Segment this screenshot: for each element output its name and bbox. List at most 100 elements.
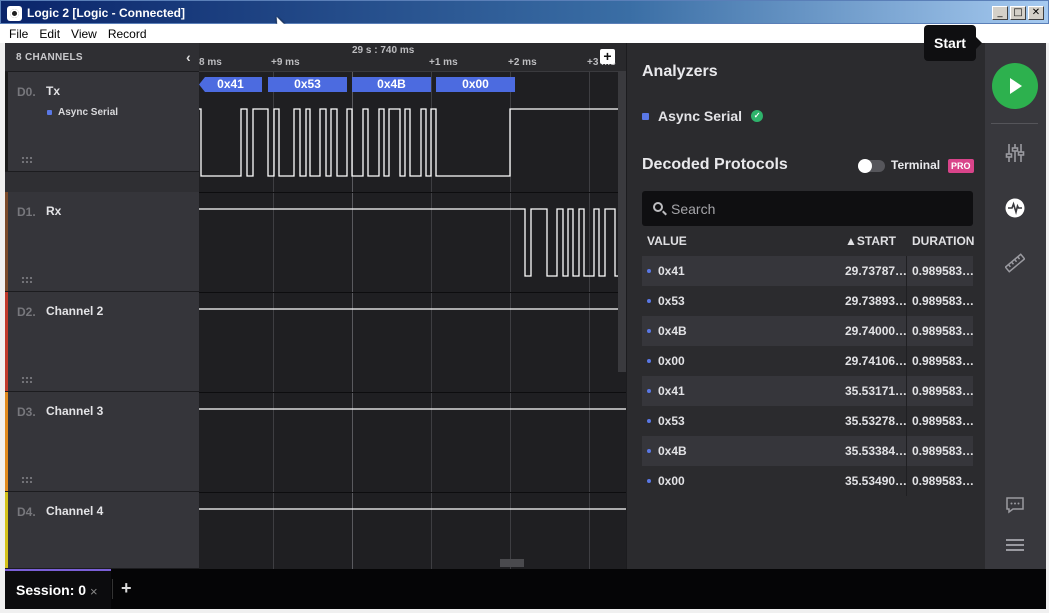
row-duration: 0.989583… [912,264,975,278]
analyzers-title: Analyzers [642,63,718,80]
menu-edit[interactable]: Edit [39,27,60,41]
channel-color-stripe [5,292,8,391]
column-start[interactable]: ▲START [845,234,896,248]
drag-handle-icon[interactable] [21,276,33,283]
channel-name[interactable]: Tx [46,84,60,98]
column-separator [906,466,907,496]
table-row[interactable]: 0x53 29.73893… 0.989583… [642,286,975,316]
waveform-view[interactable]: 29 s : 740 ms 8 ms +9 ms +1 ms +2 ms +3 … [199,43,626,569]
channel-analyzer-tag[interactable]: Async Serial [47,107,118,118]
drag-handle-icon[interactable] [21,156,33,163]
horizontal-scrollbar[interactable] [500,559,524,567]
minimize-button[interactable]: _ [992,6,1008,20]
row-dot [647,359,651,363]
vertical-scrollbar[interactable] [618,72,626,372]
table-row[interactable]: 0x41 29.73787… 0.989583… [642,256,975,286]
menu-record[interactable]: Record [108,27,147,41]
toolbar-divider [991,123,1038,124]
chevron-left-icon[interactable]: ‹ [186,49,191,65]
channel-name[interactable]: Channel 4 [46,504,103,518]
row-start: 35.53171… [845,384,908,398]
close-button[interactable]: ✕ [1028,6,1044,20]
channel-id: D4. [17,505,36,519]
channel-id: D3. [17,405,36,419]
column-duration[interactable]: DURATION [912,234,974,248]
logic-app-icon [7,6,22,21]
table-header: VALUE ▲START DURATION [642,229,974,253]
row-start: 35.53278… [845,414,908,428]
channel-color-stripe [5,392,8,491]
search-box[interactable] [642,191,973,226]
trace-rx [199,208,626,277]
channels-panel: 8 CHANNELS ‹ D0. Tx Async Serial D1. Rx … [5,43,199,569]
drag-handle-icon[interactable] [21,476,33,483]
close-icon[interactable]: × [90,584,98,599]
window-title: Logic 2 [Logic - Connected] [27,6,185,20]
table-row[interactable]: 0x4B 29.74000… 0.989583… [642,316,974,346]
channel-name[interactable]: Channel 2 [46,304,103,318]
column-value[interactable]: VALUE [647,234,687,248]
row-duration: 0.989583… [912,294,975,308]
analyzer-item[interactable]: Async Serial ✓ [642,108,764,124]
row-dot [647,419,651,423]
row-duration: 0.989583… [912,414,975,428]
menubar: File Edit View Record [0,24,1049,43]
add-session-button[interactable]: + [121,578,132,599]
search-input[interactable] [671,199,961,218]
row-value: 0x41 [658,384,685,398]
row-duration: 0.989583… [912,354,975,368]
terminal-label: Terminal [891,158,941,172]
table-row[interactable]: 0x41 35.53171… 0.989583… [642,376,974,406]
terminal-toggle[interactable] [858,159,885,173]
play-icon[interactable] [992,63,1038,109]
row-start: 35.53384… [845,444,908,458]
row-start: 29.73787… [845,264,908,278]
row-start: 29.74106… [845,354,908,368]
session-divider [112,579,113,599]
analyzer-color-dot [642,112,649,120]
menu-icon[interactable] [1005,535,1025,555]
row-duration: 0.989583… [912,444,975,458]
channels-header: 8 CHANNELS ‹ [5,43,199,72]
table-row[interactable]: 0x4B 35.53384… 0.989583… [642,436,975,466]
row-dot [647,389,651,393]
start-tooltip: Start [924,25,982,61]
pro-badge: PRO [948,159,974,173]
table-row[interactable]: 0x00 35.53490… 0.989583… [642,466,974,496]
row-value: 0x41 [658,264,685,278]
waveform-traces [199,108,626,510]
session-tab[interactable]: Session: 0 × [5,569,111,609]
row-value: 0x53 [658,414,685,428]
channel-id: D1. [17,205,36,219]
channel-name[interactable]: Channel 3 [46,404,103,418]
app-area: 8 CHANNELS ‹ D0. Tx Async Serial D1. Rx … [5,43,1046,569]
channel-name[interactable]: Rx [46,204,61,218]
right-toolbar [985,43,1046,569]
chat-icon[interactable] [1005,495,1025,515]
maximize-button[interactable]: □ [1010,6,1026,20]
row-value: 0x00 [658,474,685,488]
row-dot [647,449,651,453]
table-row[interactable]: 0x00 29.74106… 0.989583… [642,346,975,376]
table-row[interactable]: 0x53 35.53278… 0.989583… [642,406,975,436]
channel-d1[interactable]: D1. Rx [5,192,199,292]
sliders-icon[interactable] [1005,143,1025,163]
drag-handle-icon[interactable] [21,376,33,383]
channel-d4[interactable]: D4. Channel 4 [5,492,199,569]
waveform-icon[interactable] [1005,198,1025,218]
channel-d2[interactable]: D2. Channel 2 [5,292,199,392]
channel-d0[interactable]: D0. Tx Async Serial [5,72,199,172]
row-value: 0x00 [658,354,685,368]
column-separator [906,376,907,406]
row-start: 35.53490… [845,474,908,488]
menu-view[interactable]: View [71,27,97,41]
menu-file[interactable]: File [9,27,28,41]
analyzers-panel: Analyzers Async Serial ✓ Decoded Protoco… [626,43,985,569]
column-separator [906,256,907,286]
row-dot [647,479,651,483]
channel-d3[interactable]: D3. Channel 3 [5,392,199,492]
channel-color-stripe [5,72,8,171]
row-start: 29.73893… [845,294,908,308]
window-titlebar: Logic 2 [Logic - Connected] _ □ ✕ [0,0,1049,24]
ruler-icon[interactable] [1005,253,1025,273]
